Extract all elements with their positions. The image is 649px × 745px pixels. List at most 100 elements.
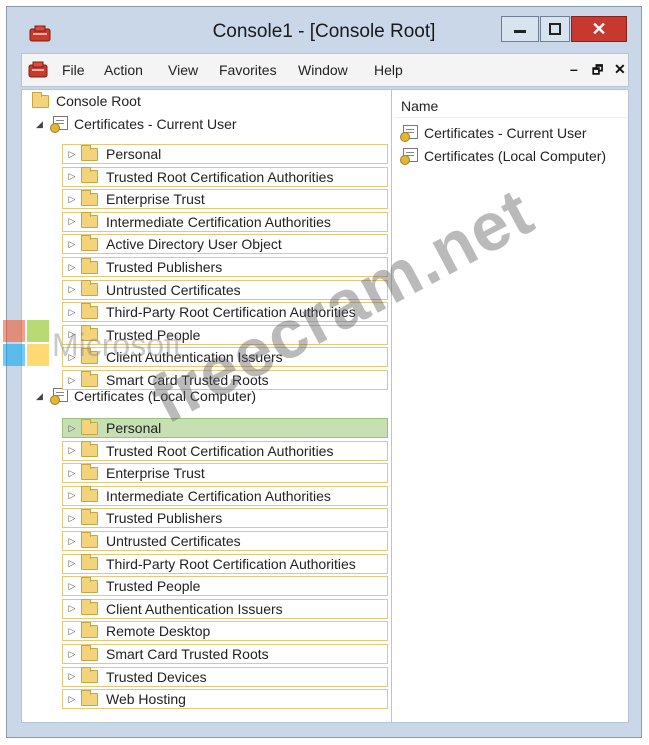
expand-arrow-icon[interactable]: ▷: [63, 284, 81, 295]
tree-child-item[interactable]: ▷ Personal: [62, 144, 388, 164]
tree-child-label: Third-Party Root Certification Authoriti…: [106, 304, 356, 321]
tree-child-item[interactable]: ▷ Trusted People: [62, 576, 388, 597]
tree-child-item[interactable]: ▷ Trusted Publishers: [62, 257, 388, 277]
folder-icon: [81, 644, 98, 661]
tree-child-item[interactable]: ▷ Trusted Root Certification Authorities: [62, 440, 388, 461]
menu-window[interactable]: Window: [298, 62, 348, 78]
minimize-button[interactable]: [501, 16, 539, 42]
tree-node-label: Certificates - Current User: [74, 116, 237, 132]
folder-icon: [81, 531, 98, 548]
menu-bar: File Action View Favorites Window Help –…: [21, 53, 629, 87]
folder-icon: [81, 212, 98, 229]
tree-child-item[interactable]: ▷ Remote Desktop: [62, 621, 388, 642]
folder-icon: [81, 325, 98, 342]
maximize-button[interactable]: [540, 16, 570, 42]
tree-child-item[interactable]: ▷ Client Authentication Issuers: [62, 347, 388, 368]
expand-arrow-icon[interactable]: ▷: [63, 375, 81, 386]
tree-child-item[interactable]: ▷ Intermediate Certification Authorities: [62, 211, 388, 232]
folder-icon: [81, 441, 98, 458]
expand-arrow-icon[interactable]: ▷: [63, 194, 81, 205]
expand-arrow-icon[interactable]: ▷: [63, 536, 81, 547]
tree-child-item[interactable]: ▷ Untrusted Certificates: [62, 279, 388, 300]
tree-child-item[interactable]: ▷ Web Hosting: [62, 689, 388, 710]
expand-arrow-icon[interactable]: ▷: [63, 352, 81, 363]
folder-icon: [81, 144, 98, 161]
expand-arrow-icon[interactable]: ▷: [63, 216, 81, 227]
expand-arrow-icon[interactable]: ▷: [63, 445, 81, 456]
tree-child-item[interactable]: ▷ Trusted Publishers: [62, 508, 388, 529]
expand-arrow-icon[interactable]: ▷: [63, 581, 81, 592]
certificate-icon: [400, 148, 418, 165]
menu-help[interactable]: Help: [374, 62, 403, 78]
mdi-restore-icon[interactable]: 🗗: [592, 61, 603, 82]
tree-child-label: Active Directory User Object: [106, 236, 282, 253]
tree-node-local-computer[interactable]: ◢ Certificates (Local Computer): [36, 388, 256, 405]
mmc-menu-icon[interactable]: [28, 61, 48, 79]
tree-child-item[interactable]: ▷ Trusted Devices: [62, 666, 388, 687]
tree-child-item[interactable]: ▷ Enterprise Trust: [62, 189, 388, 210]
tree-child-label: Intermediate Certification Authorities: [106, 487, 331, 504]
mdi-close-icon[interactable]: ✕: [614, 61, 626, 78]
results-pane[interactable]: Name Certificates - Current User Certifi…: [394, 90, 628, 722]
menu-action[interactable]: Action: [104, 62, 143, 78]
certificate-icon: [400, 125, 418, 142]
tree-child-label: Enterprise Trust: [106, 465, 205, 482]
menu-file[interactable]: File: [62, 62, 85, 78]
menu-view[interactable]: View: [168, 62, 198, 78]
close-icon: ✕: [591, 18, 607, 39]
results-item[interactable]: Certificates (Local Computer): [400, 148, 607, 165]
expand-arrow-icon[interactable]: ▷: [63, 468, 81, 479]
expand-arrow-icon[interactable]: ▷: [63, 558, 81, 569]
tree-child-item[interactable]: ▷ Client Authentication Issuers: [62, 598, 388, 619]
tree-child-item[interactable]: ▷ Trusted People: [62, 324, 388, 345]
expand-arrow-icon[interactable]: ▷: [63, 307, 81, 318]
expand-arrow-icon[interactable]: ▷: [63, 603, 81, 614]
name-column-header[interactable]: Name: [394, 90, 628, 118]
tree-child-item[interactable]: ▷ Smart Card Trusted Roots: [62, 370, 388, 390]
expand-arrow-icon[interactable]: ▷: [63, 329, 81, 340]
tree-child-item[interactable]: ▷ Intermediate Certification Authorities: [62, 485, 388, 506]
tree-root[interactable]: Console Root: [32, 91, 141, 109]
close-button[interactable]: ✕: [571, 16, 627, 42]
expand-arrow-icon[interactable]: ▷: [63, 649, 81, 660]
folder-icon: [81, 576, 98, 593]
tree-child-label: Trusted Root Certification Authorities: [106, 442, 334, 459]
tree-child-item[interactable]: ▷ Smart Card Trusted Roots: [62, 644, 388, 664]
expand-arrow-icon[interactable]: ▷: [63, 671, 81, 682]
expand-arrow-icon[interactable]: ▷: [63, 149, 81, 160]
tree-child-item[interactable]: ▷ Active Directory User Object: [62, 234, 388, 255]
expand-arrow-icon[interactable]: ▷: [63, 171, 81, 182]
mdi-minimize-icon[interactable]: –: [570, 61, 578, 77]
expand-arrow-icon[interactable]: ▷: [63, 513, 81, 524]
results-item[interactable]: Certificates - Current User: [400, 125, 587, 142]
folder-icon: [81, 689, 98, 706]
expand-arrow-icon[interactable]: ▷: [63, 262, 81, 273]
maximize-icon: [549, 23, 561, 35]
folder-icon: [81, 554, 98, 571]
tree-child-item[interactable]: ▷ Trusted Root Certification Authorities: [62, 166, 388, 187]
tree-child-label: Untrusted Certificates: [106, 281, 241, 298]
expand-arrow-icon[interactable]: ▷: [63, 239, 81, 250]
tree-child-label: Personal: [106, 146, 162, 162]
results-item-label: Certificates (Local Computer): [424, 148, 607, 164]
collapse-arrow-icon[interactable]: ◢: [36, 391, 46, 402]
tree-child-item[interactable]: ▷ Untrusted Certificates: [62, 531, 388, 551]
expand-arrow-icon[interactable]: ▷: [63, 423, 81, 434]
folder-icon: [81, 302, 98, 319]
tree-child-item[interactable]: ▷ Personal: [62, 418, 388, 438]
tree-child-item[interactable]: ▷ Third-Party Root Certification Authorit…: [62, 302, 388, 323]
certificate-icon: [50, 388, 68, 405]
tree-child-item[interactable]: ▷ Third-Party Root Certification Authorit…: [62, 553, 388, 574]
folder-icon: [81, 347, 98, 364]
expand-arrow-icon[interactable]: ▷: [63, 626, 81, 637]
tree-node-current-user[interactable]: ◢ Certificates - Current User: [36, 116, 237, 133]
tree-child-item[interactable]: ▷ Enterprise Trust: [62, 463, 388, 484]
menu-favorites[interactable]: Favorites: [219, 62, 277, 78]
expand-arrow-icon[interactable]: ▷: [63, 694, 81, 705]
tree-child-label: Trusted People: [106, 326, 201, 343]
minimize-icon: [514, 30, 526, 33]
tree-child-label: Intermediate Certification Authorities: [106, 213, 331, 230]
expand-arrow-icon[interactable]: ▷: [63, 490, 81, 501]
console-tree[interactable]: Console Root ◢ Certificates - Current Us…: [22, 90, 392, 722]
collapse-arrow-icon[interactable]: ◢: [36, 119, 46, 130]
